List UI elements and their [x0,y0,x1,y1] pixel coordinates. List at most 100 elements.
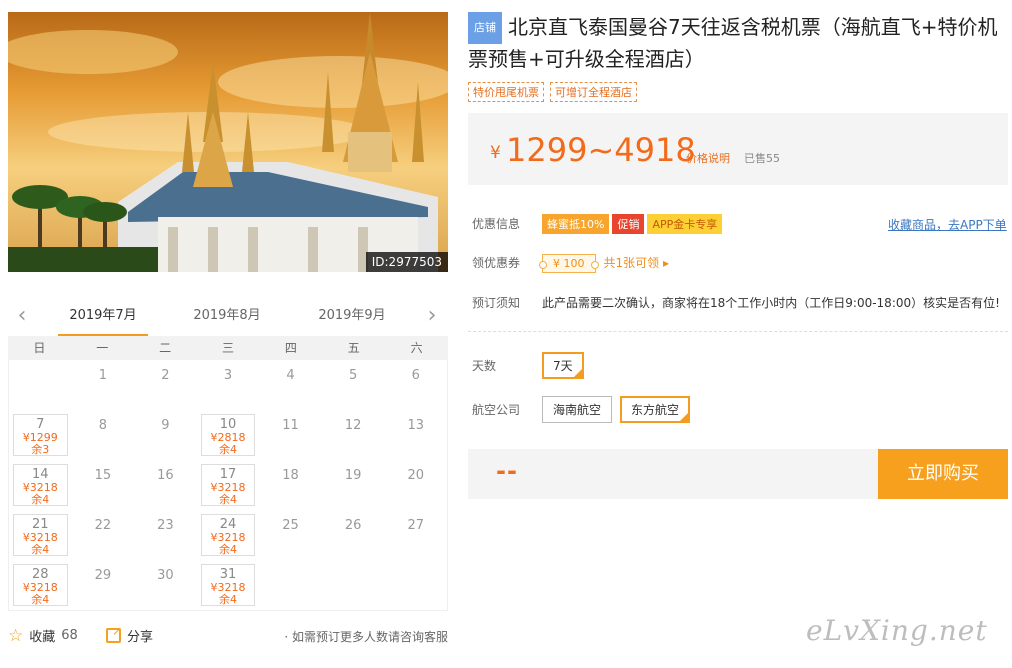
calendar-day: 23 [134,510,197,560]
day-number: 26 [344,518,362,533]
purchase-bar: -- 立即购买 [468,449,1008,499]
day-stock: 余4 [218,593,237,606]
day-number: 12 [344,418,362,433]
chevron-left-icon[interactable]: ‹ [12,304,32,328]
contact-service-note: · 如需预订更多人数请咨询客服 [284,630,448,644]
day-stock: 余3 [31,443,50,456]
day-number: 21 [32,517,49,532]
booking-notice-row: 预订须知 此产品需要二次确认，商家将在18个工作小时内（工作日9:00-18:00… [472,294,1000,311]
calendar-day-available[interactable]: 31 ¥3218 余4 [200,564,256,606]
day-stock: 余4 [218,493,237,506]
share-button[interactable]: ↗ 分享 [106,625,153,645]
price-explanation-link[interactable]: 价格说明 [686,150,730,166]
weekday-label: 日 [33,341,46,355]
calendar-day: 4 [259,360,322,410]
days-label: 天数 [472,359,497,373]
price-panel: ¥ 1299~4918 价格说明 已售55 [468,113,1008,185]
calendar-day-available[interactable]: 7 ¥1299 余3 [13,414,68,456]
day-number: 30 [157,568,174,583]
tag-item: 特价甩尾机票 [468,82,544,102]
product-page: ID:2977503 ‹ 2019年7月 2019年8月 2019年9月 › 日… [0,0,1012,668]
chevron-right-icon[interactable]: › [422,304,442,328]
coupon-ticket[interactable]: ¥ 100 [539,254,598,273]
product-image[interactable]: ID:2977503 [8,12,448,272]
calendar-day: 29 [72,560,135,610]
option-airline-hainan[interactable]: 海南航空 [542,396,613,423]
airline-label: 航空公司 [472,403,521,417]
calendar-day: 1 [72,360,135,410]
tag-item: 可增订全程酒店 [550,82,637,102]
day-stock: 余4 [31,493,50,506]
day-number: 28 [32,567,49,582]
coupon-row: 领优惠券 ¥ 100 共1张可领 ▸ [472,254,669,273]
product-tags: 特价甩尾机票 可增订全程酒店 [468,82,637,102]
day-number: 2 [161,368,170,383]
option-days-7[interactable]: 7天 [542,352,584,379]
promo-badge: APP金卡专享 [647,214,723,234]
day-number: 9 [161,418,170,433]
day-number: 23 [157,518,174,533]
buy-now-button[interactable]: 立即购买 [878,449,1008,499]
calendar-day: 26 [322,510,385,560]
calendar-day: 5 [322,360,385,410]
temple-illustration [8,12,448,272]
promo-badge: 蜂蜜抵10% [542,214,610,234]
day-number: 17 [219,467,237,482]
calendar-day-available[interactable]: 17 ¥3218 余4 [200,464,256,506]
calendar-day: 13 [384,410,447,460]
coupon-more-link[interactable]: 共1张可领 ▸ [604,256,669,270]
month-tab-july[interactable]: 2019年7月 [58,306,148,336]
calendar-day-available[interactable]: 14 ¥3218 余4 [13,464,68,506]
section-divider [468,331,1008,332]
day-number: 20 [407,468,424,483]
day-stock: 余4 [218,443,237,456]
option-airline-eastern[interactable]: 东方航空 [620,396,691,423]
month-tab-august[interactable]: 2019年8月 [182,306,272,336]
day-stock: 余4 [218,543,237,556]
calendar-weekday-header: 日 一 二 三 四 五 六 [8,336,448,360]
notice-text: 此产品需要二次确认，商家将在18个工作小时内（工作日9:00-18:00）核实是… [542,296,1000,310]
day-number: 16 [157,468,174,483]
calendar-day-available[interactable]: 21 ¥3218 余4 [13,514,68,556]
day-number: 3 [223,368,233,383]
calendar-day: 12 [322,410,385,460]
day-number: 24 [219,517,237,532]
day-stock: 余4 [31,593,50,606]
shop-badge[interactable]: 店铺 [468,12,502,44]
day-number: 6 [411,368,420,383]
day-number: 11 [282,418,299,433]
calendar-day: 19 [322,460,385,510]
calendar-day-available[interactable]: 10 ¥2818 余4 [200,414,256,456]
calendar-day: 8 [72,410,135,460]
calendar-day-available[interactable]: 24 ¥3218 余4 [200,514,256,556]
calendar-day-available[interactable]: 28 ¥3218 余4 [13,564,68,606]
product-actions: ☆ 收藏 68 ↗ 分享 · 如需预订更多人数请咨询客服 [8,624,448,648]
price-range: 1299~4918 [506,131,696,169]
selected-price-placeholder: -- [496,457,518,485]
calendar-days: 1 2 3 4 5 6 7 ¥1299 余3 8 9 10 ¥2818 余4 11 12 13 14 ¥3218 余4… [8,360,448,611]
promotions-label: 优惠信息 [472,217,521,231]
calendar-day: 20 [384,460,447,510]
day-number: 10 [219,417,237,432]
weekday-label: 一 [96,341,109,355]
notice-label: 预订须知 [472,296,521,310]
day-number: 25 [282,518,299,533]
month-tab-september[interactable]: 2019年9月 [307,306,397,336]
weekday-label: 二 [159,341,172,355]
product-title: 店铺 北京直飞泰国曼谷7天往返含税机票（海航直飞+特价机票预售+可升级全程酒店） [468,12,1008,74]
day-number: 7 [36,417,45,432]
calendar-day: 9 [134,410,197,460]
favorite-app-link[interactable]: 收藏商品，去APP下单 [888,216,1007,233]
calendar-day: 16 [134,460,197,510]
airline-option-row: 航空公司 海南航空 东方航空 [472,396,698,423]
calendar-day: 30 [134,560,197,610]
day-number: 13 [407,418,424,433]
sold-count: 已售55 [744,152,780,165]
calendar-day: 18 [259,460,322,510]
favorite-count: 68 [61,628,78,643]
calendar-month-nav: ‹ 2019年7月 2019年8月 2019年9月 › [8,300,448,336]
product-title-text: 北京直飞泰国曼谷7天往返含税机票（海航直飞+特价机票预售+可升级全程酒店） [468,15,998,71]
favorite-button[interactable]: ☆ 收藏 68 [8,626,78,645]
promo-badge: 促销 [612,214,645,234]
star-icon: ☆ [8,625,24,646]
